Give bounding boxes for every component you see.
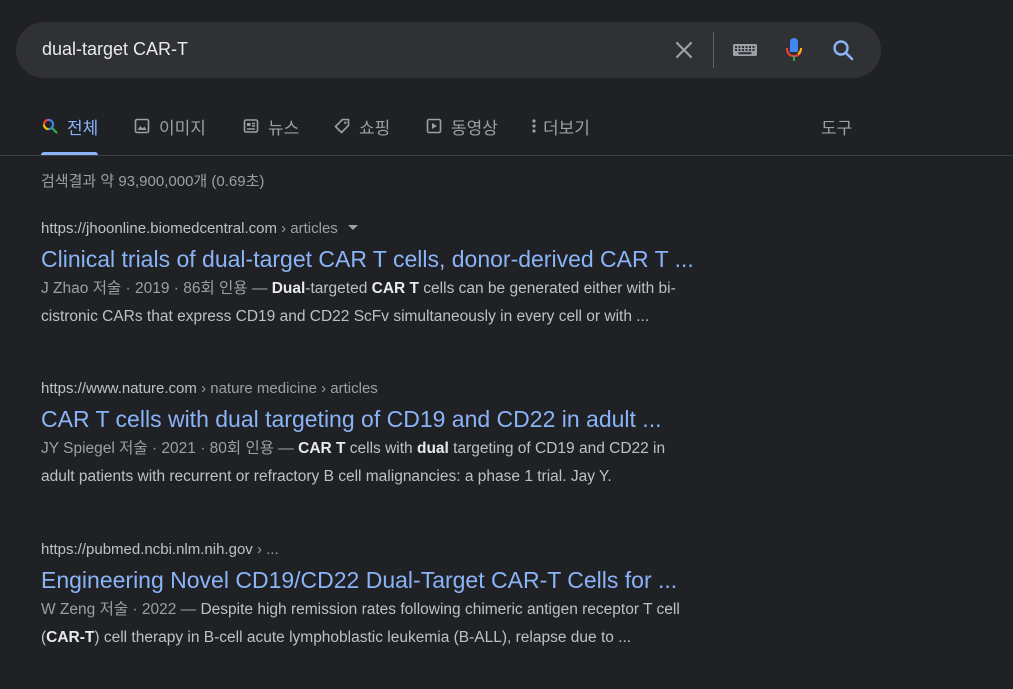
- search-result: https://pubmed.ncbi.nlm.nih.gov › ... En…: [41, 540, 781, 652]
- snippet-text: adult patients with recurrent or refract…: [41, 468, 612, 485]
- microphone-icon[interactable]: [782, 38, 806, 62]
- result-stats: 검색결과 약 93,900,000개 (0.69초): [41, 173, 265, 190]
- snippet-bold: CAR T: [298, 440, 346, 457]
- search-bar[interactable]: dual-target CAR-T: [16, 22, 881, 78]
- tab-label: 전체: [67, 119, 99, 138]
- tab-label: 이미지: [159, 119, 206, 138]
- tab-news[interactable]: 뉴스: [242, 114, 299, 154]
- snippet-text: cistronic CARs that express CD19 and CD2…: [41, 308, 650, 325]
- news-icon: [242, 117, 260, 135]
- tag-icon: [333, 117, 351, 135]
- snippet-bold: Dual: [271, 280, 306, 297]
- snippet-bold: CAR-T: [46, 629, 95, 646]
- search-icon: [41, 117, 59, 135]
- url-host: https://jhoonline.biomedcentral.com: [41, 220, 277, 237]
- tab-label: 뉴스: [268, 119, 300, 138]
- search-tabs: 전체 이미지 뉴스 쇼핑 동영상 더보기 도구: [0, 100, 1013, 156]
- snippet-text: -targeted: [305, 280, 372, 297]
- url-breadcrumb: › articles: [276, 220, 338, 237]
- search-input[interactable]: dual-target CAR-T: [42, 38, 188, 60]
- result-title-link[interactable]: CAR T cells with dual targeting of CD19 …: [41, 404, 781, 434]
- tab-label: 더보기: [543, 119, 590, 138]
- search-result: https://www.nature.com › nature medicine…: [41, 379, 781, 491]
- snippet-text: cells with: [345, 440, 417, 457]
- tab-images[interactable]: 이미지: [133, 114, 206, 154]
- more-vert-icon: [529, 117, 539, 135]
- clear-icon[interactable]: [672, 38, 696, 62]
- url-host: https://pubmed.ncbi.nlm.nih.gov: [41, 541, 253, 558]
- snippet-text: Despite high remission rates following c…: [200, 601, 680, 618]
- result-meta: JY Spiegel 저술 · 2021 · 80회 인용 —: [41, 440, 299, 457]
- snippet-bold: dual: [416, 440, 449, 457]
- result-snippet: J Zhao 저술 · 2019 · 86회 인용 — Dual-targete…: [41, 275, 781, 331]
- tab-videos[interactable]: 동영상: [425, 114, 498, 154]
- snippet-text: ) cell therapy in B-cell acute lymphobla…: [94, 629, 632, 646]
- keyboard-icon[interactable]: [732, 38, 758, 62]
- result-title-link[interactable]: Engineering Novel CD19/CD22 Dual-Target …: [41, 565, 781, 595]
- search-icon[interactable]: [831, 38, 855, 62]
- tab-all[interactable]: 전체: [41, 114, 99, 155]
- snippet-text: targeting of CD19 and CD22 in: [448, 440, 666, 457]
- video-icon: [425, 117, 443, 135]
- tab-label: 동영상: [451, 119, 498, 138]
- chevron-down-icon[interactable]: [347, 224, 358, 230]
- result-title-link[interactable]: Clinical trials of dual-target CAR T cel…: [41, 244, 781, 274]
- tab-more[interactable]: 더보기: [529, 114, 590, 154]
- result-url[interactable]: https://www.nature.com › nature medicine…: [41, 379, 781, 399]
- tools-button[interactable]: 도구: [821, 114, 852, 139]
- search-result: https://jhoonline.biomedcentral.com › ar…: [41, 219, 781, 331]
- result-url[interactable]: https://pubmed.ncbi.nlm.nih.gov › ...: [41, 540, 781, 560]
- result-meta: W Zeng 저술 · 2022 —: [41, 601, 201, 618]
- snippet-bold: CAR T: [371, 280, 419, 297]
- tab-label: 쇼핑: [359, 119, 391, 138]
- tab-shopping[interactable]: 쇼핑: [333, 114, 390, 154]
- result-snippet: W Zeng 저술 · 2022 — Despite high remissio…: [41, 596, 781, 652]
- url-breadcrumb: › ...: [252, 541, 279, 558]
- search-divider: [713, 32, 714, 68]
- snippet-text: cells can be generated either with bi-: [419, 280, 676, 297]
- url-host: https://www.nature.com: [41, 380, 197, 397]
- result-url[interactable]: https://jhoonline.biomedcentral.com › ar…: [41, 219, 781, 239]
- image-icon: [133, 117, 151, 135]
- url-breadcrumb: › nature medicine › articles: [196, 380, 378, 397]
- result-meta: J Zhao 저술 · 2019 · 86회 인용 —: [41, 280, 272, 297]
- result-snippet: JY Spiegel 저술 · 2021 · 80회 인용 — CAR T ce…: [41, 435, 781, 491]
